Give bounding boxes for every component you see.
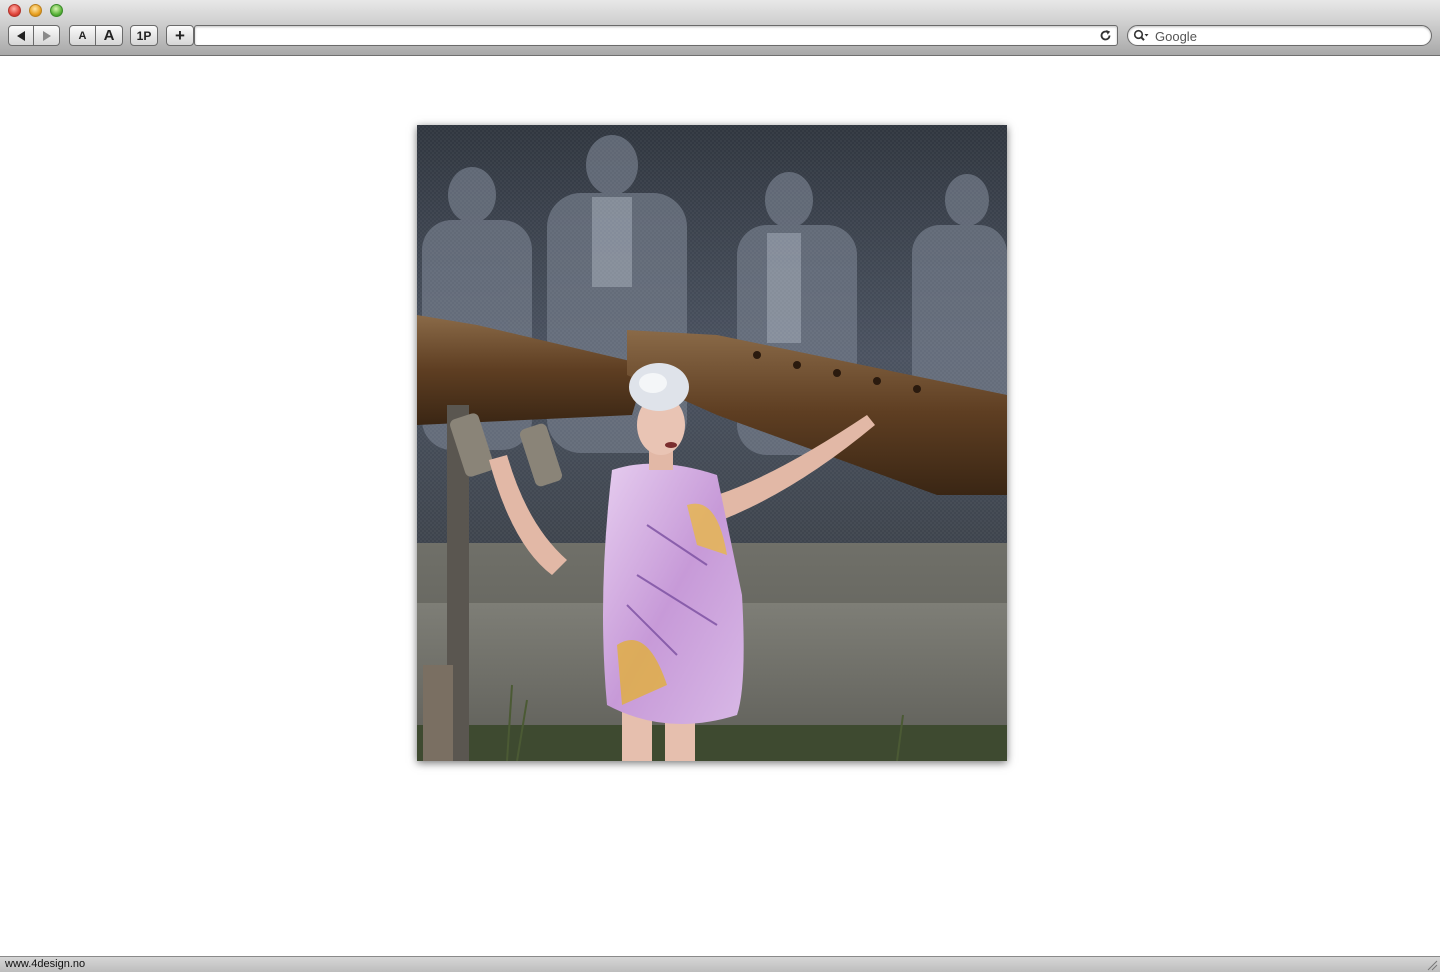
forward-button[interactable] [34, 25, 60, 46]
address-field[interactable] [194, 25, 1118, 46]
text-smaller-label: A [78, 29, 87, 42]
search-input[interactable] [1127, 25, 1432, 46]
reload-icon [1100, 29, 1110, 40]
text-smaller-button[interactable]: A [69, 25, 96, 46]
browser-toolbar: A A 1P + [0, 22, 1440, 56]
status-bar: www.4design.no [0, 956, 1440, 972]
close-window-button[interactable] [8, 4, 21, 17]
onepassword-label: 1P [136, 28, 152, 43]
back-arrow-icon [17, 30, 25, 41]
magnifier-dropdown-icon [1133, 29, 1149, 41]
back-button[interactable] [8, 25, 34, 46]
photo-illustration [417, 125, 1007, 761]
window-titlebar [0, 0, 1440, 22]
zoom-window-button[interactable] [50, 4, 63, 17]
minimize-window-button[interactable] [29, 4, 42, 17]
reload-button[interactable] [1097, 27, 1113, 43]
add-bookmark-label: + [175, 25, 185, 45]
add-bookmark-button[interactable]: + [166, 25, 194, 46]
resize-grip-icon[interactable] [1426, 959, 1438, 971]
page-content [0, 57, 1440, 956]
fashion-photo [417, 125, 1007, 761]
text-bigger-label: A [103, 27, 115, 44]
text-bigger-button[interactable]: A [96, 25, 123, 46]
onepassword-button[interactable]: 1P [130, 25, 158, 46]
status-text: www.4design.no [5, 958, 86, 970]
forward-arrow-icon [42, 30, 51, 41]
